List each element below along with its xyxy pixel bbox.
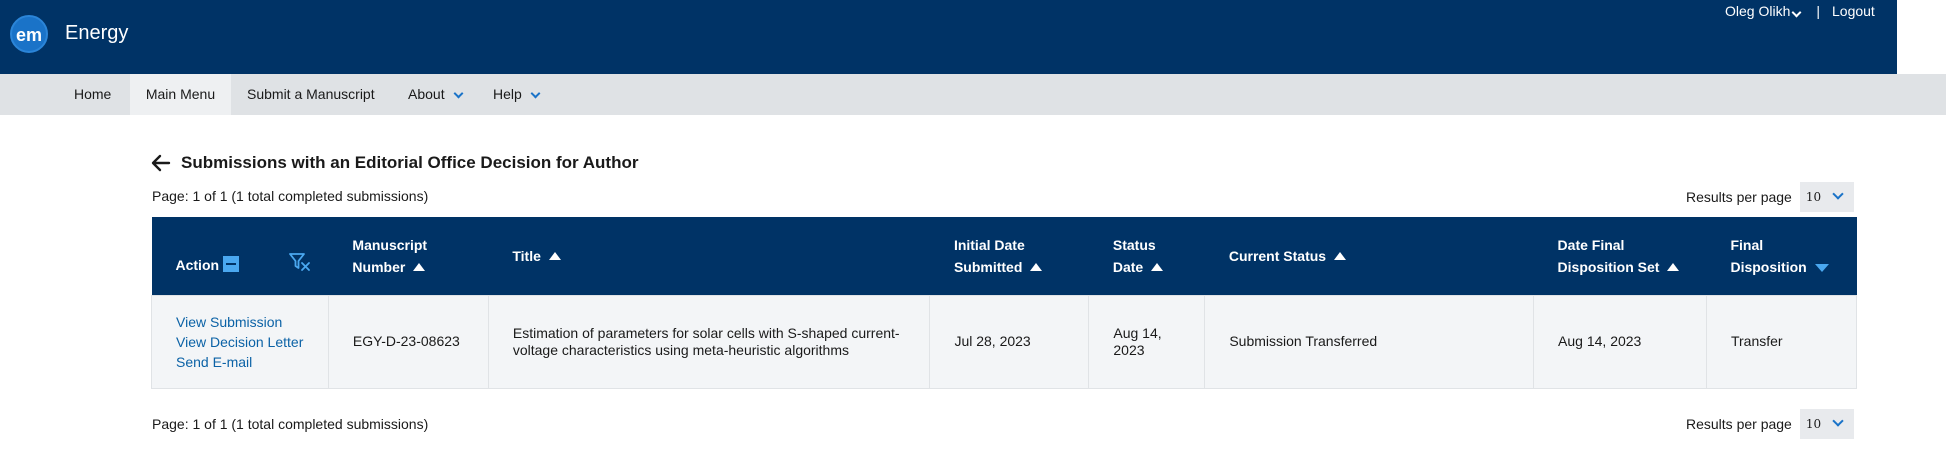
cell-manuscript-number: EGY-D-23-08623 [327, 294, 489, 389]
em-logo[interactable]: em [10, 15, 48, 53]
separator: | [1816, 3, 1820, 19]
nav-home-label: Home [74, 86, 112, 102]
collapse-icon[interactable] [223, 255, 240, 272]
nav-help[interactable]: Help [481, 74, 551, 115]
col-action-label: Action [175, 256, 220, 273]
chevron-down-icon [453, 88, 464, 99]
nav-about[interactable]: About [396, 74, 474, 115]
table-row: View Submission View Decision Letter Sen… [151, 294, 1858, 389]
results-per-page-value: 10 [1805, 417, 1822, 431]
cell-initial-date: Jul 28, 2023 [929, 294, 1090, 389]
send-email-link[interactable]: Send E-mail [176, 352, 304, 372]
chevron-down-icon[interactable] [1791, 7, 1802, 18]
col-manuscript-number[interactable]: Manuscript Number [328, 217, 489, 295]
submissions-table: Action Manuscript Number Title Initial Da… [151, 217, 1858, 389]
sort-asc-icon[interactable] [548, 251, 561, 260]
col-status-date[interactable]: Status Date [1088, 217, 1205, 295]
cell-final-disposition: Transfer [1705, 294, 1858, 389]
back-arrow-icon[interactable] [151, 154, 171, 172]
user-area: Oleg Olikh | Logout [1725, 3, 1875, 19]
col-final-disposition[interactable]: Final Disposition [1706, 217, 1857, 295]
sort-asc-icon[interactable] [1334, 251, 1347, 260]
user-menu[interactable]: Oleg Olikh [1725, 3, 1806, 19]
results-per-page-bottom: Results per page 10 [1686, 409, 1854, 439]
nav-main-menu-label: Main Menu [145, 86, 216, 102]
app-title: Energy [65, 22, 129, 44]
col-action: Action [151, 217, 329, 295]
sort-asc-icon[interactable] [1030, 262, 1043, 271]
table-header-row: Action Manuscript Number Title Initial Da… [151, 217, 1857, 295]
col-title[interactable]: Title [488, 217, 930, 295]
col-date-final[interactable]: Date Final Disposition Set [1533, 217, 1707, 295]
page-info-top: Page: 1 of 1 (1 total completed submissi… [152, 188, 429, 204]
col-label: Disposition Set [1557, 258, 1660, 275]
cell-title: Estimation of parameters for solar cells… [487, 294, 931, 389]
chevron-down-icon [530, 88, 541, 99]
results-per-page-label: Results per page [1686, 189, 1792, 205]
results-per-page-top: Results per page 10 [1686, 182, 1854, 212]
page-info-bottom: Page: 1 of 1 (1 total completed submissi… [152, 416, 429, 432]
col-label: Date Final [1557, 236, 1625, 253]
col-label: Final [1730, 236, 1764, 253]
results-per-page-select[interactable]: 10 [1799, 409, 1854, 439]
chevron-down-icon [1832, 188, 1844, 200]
chevron-down-icon [1832, 415, 1844, 427]
sort-asc-icon[interactable] [1667, 262, 1680, 271]
nav-home[interactable]: Home [62, 74, 123, 115]
col-initial-date[interactable]: Initial Date Submitted [929, 217, 1089, 295]
col-label: Submitted [953, 258, 1023, 275]
user-name[interactable]: Oleg Olikh [1725, 3, 1790, 19]
nav-help-label: Help [493, 86, 522, 102]
clear-filter-icon[interactable] [288, 251, 312, 273]
col-current-status[interactable]: Current Status [1204, 217, 1534, 295]
cell-date-final: Aug 14, 2023 [1533, 294, 1707, 389]
nav-submit-manuscript[interactable]: Submit a Manuscript [235, 74, 387, 115]
sort-desc-icon[interactable] [1814, 263, 1829, 272]
results-per-page-label: Results per page [1686, 416, 1792, 432]
top-header: em Energy Oleg Olikh | Logout [0, 0, 1897, 74]
col-label: Title [512, 247, 541, 264]
nav-main-menu[interactable]: Main Menu [130, 74, 231, 115]
page-title: Submissions with an Editorial Office Dec… [181, 153, 639, 172]
col-label: Disposition [1730, 258, 1807, 275]
nav-submit-label: Submit a Manuscript [247, 86, 375, 102]
cell-current-status: Submission Transferred [1204, 294, 1535, 389]
col-label: Number [352, 258, 406, 275]
view-decision-letter-link[interactable]: View Decision Letter [176, 332, 304, 352]
col-label: Status [1112, 236, 1156, 253]
cell-status-date: Aug 14, 2023 [1088, 294, 1206, 389]
cell-actions: View Submission View Decision Letter Sen… [151, 294, 329, 389]
col-label: Initial Date [953, 236, 1025, 253]
results-per-page-value: 10 [1805, 190, 1822, 204]
nav-about-label: About [408, 86, 445, 102]
main-nav: Home Main Menu Submit a Manuscript About… [0, 74, 1946, 115]
results-per-page-select[interactable]: 10 [1799, 182, 1854, 212]
col-label: Date [1112, 258, 1144, 275]
col-label: Current Status [1228, 247, 1327, 264]
sort-asc-icon[interactable] [413, 262, 426, 271]
logout-link[interactable]: Logout [1832, 3, 1875, 19]
col-label: Manuscript [352, 236, 428, 253]
sort-asc-icon[interactable] [1151, 262, 1164, 271]
view-submission-link[interactable]: View Submission [176, 312, 304, 332]
